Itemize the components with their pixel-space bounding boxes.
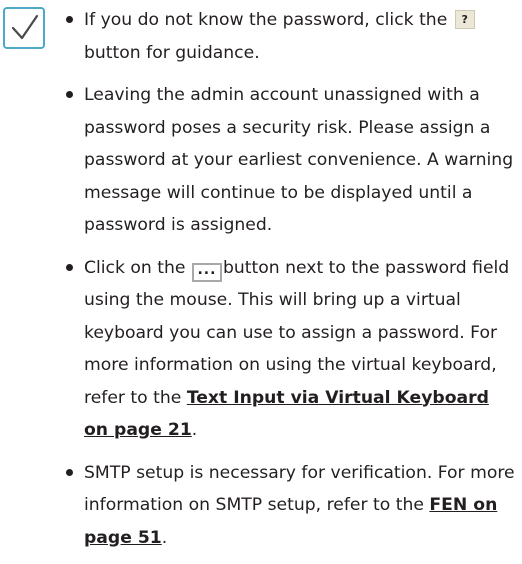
list-item: Click on the ... button next to the passw… <box>66 252 518 447</box>
list-item: If you do not know the password, click t… <box>66 4 518 69</box>
notes-list: If you do not know the password, click t… <box>66 4 518 564</box>
bullet-text: Click on the <box>84 257 191 278</box>
list-item: Leaving the admin account unassigned wit… <box>66 79 518 242</box>
bullet-text: If you do not know the password, click t… <box>84 10 453 30</box>
list-item: SMTP setup is necessary for verification… <box>66 457 518 555</box>
bullet-text: button next to the password field using … <box>84 257 510 408</box>
bullet-text: Leaving the admin account unassigned wit… <box>84 85 514 235</box>
note-checkmark-icon <box>3 7 45 49</box>
bullet-text: . <box>161 527 168 548</box>
bullet-text: . <box>191 420 198 440</box>
ellipsis-button-icon: ... <box>191 262 222 282</box>
help-button-icon: ? <box>454 10 475 29</box>
bullet-text: button for guidance. <box>84 42 260 63</box>
